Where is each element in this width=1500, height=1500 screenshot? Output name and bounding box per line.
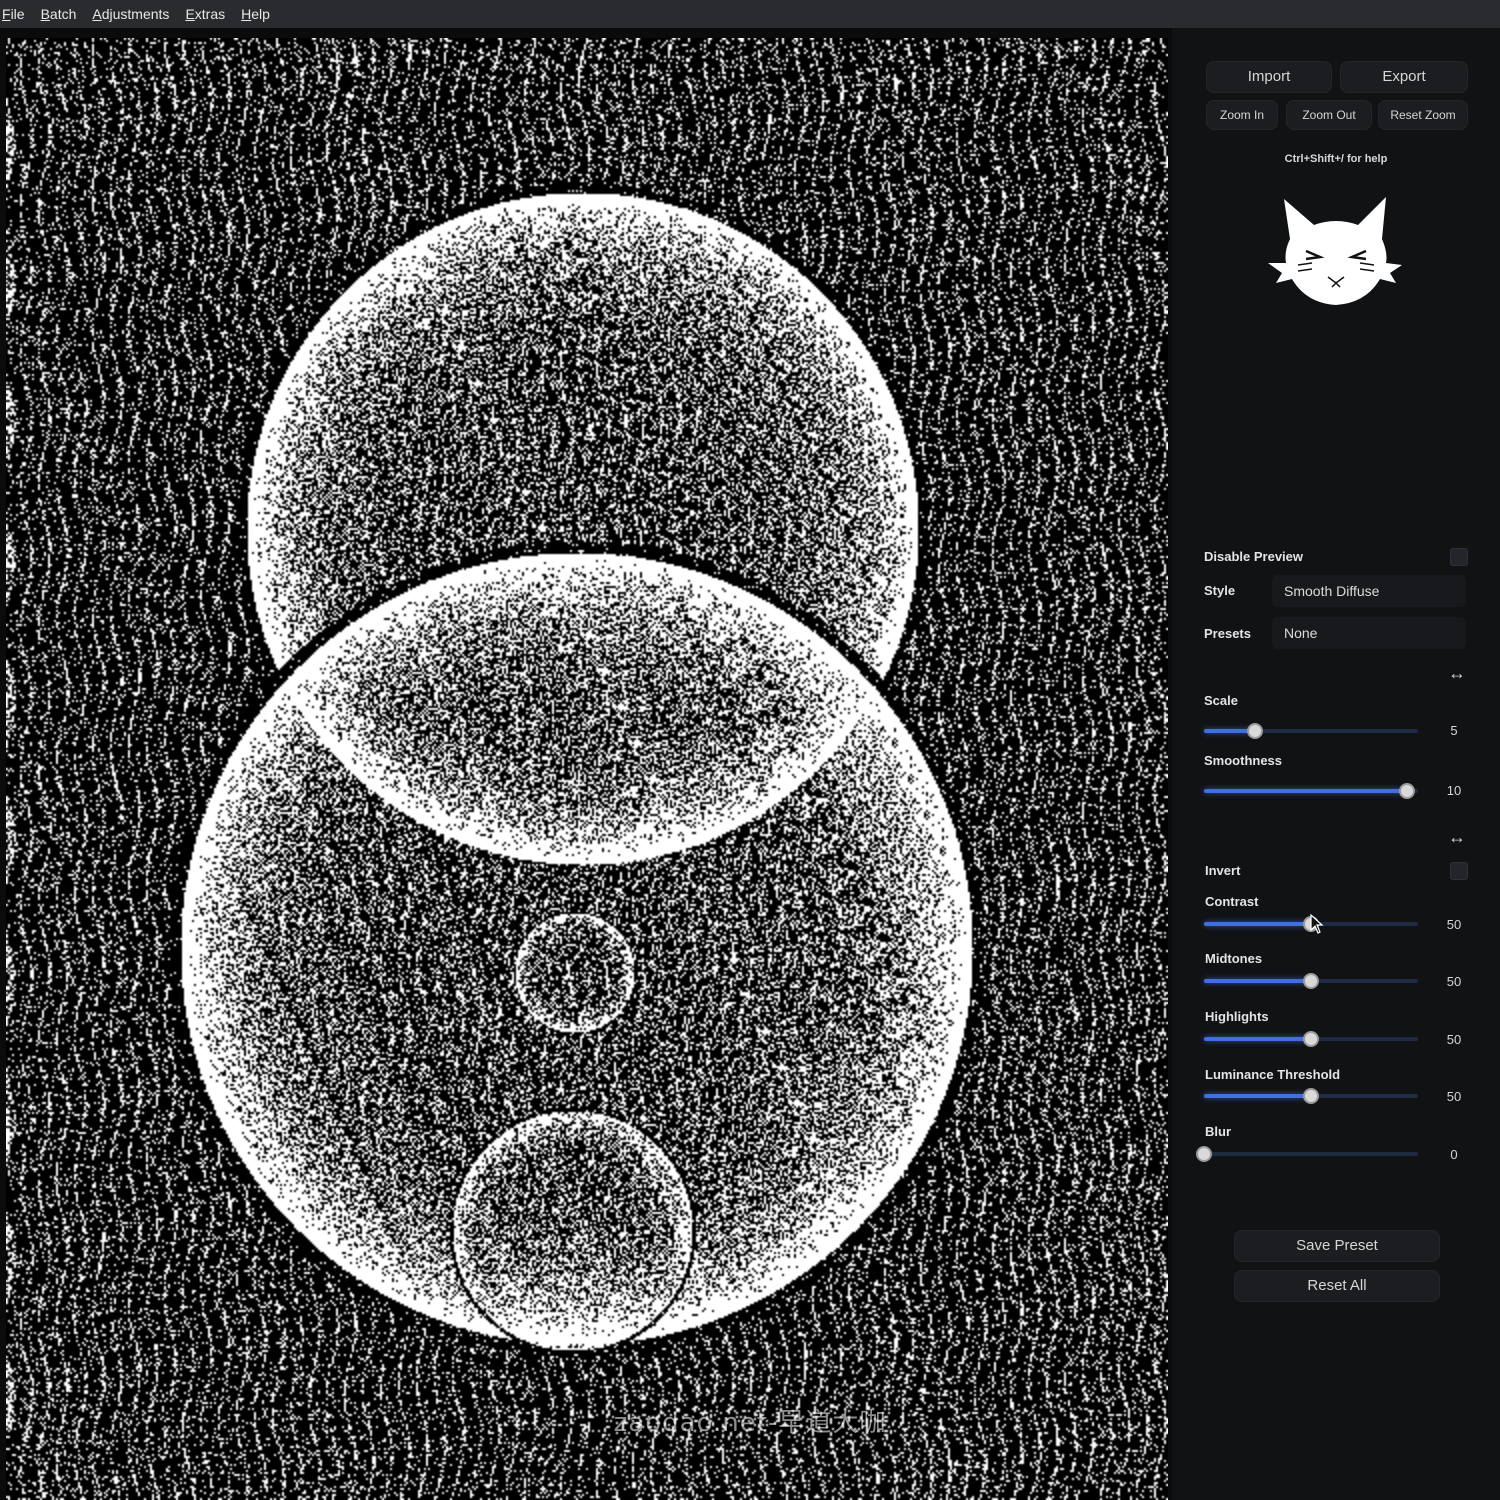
scale-value: 5 xyxy=(1450,723,1458,738)
invert-label: Invert xyxy=(1205,863,1241,878)
midtones-slider-thumb[interactable] xyxy=(1303,973,1319,989)
luminance-threshold-slider-thumb[interactable] xyxy=(1303,1088,1319,1104)
contrast-value: 50 xyxy=(1446,917,1462,932)
menu-bar: File Batch Adjustments Extras Help xyxy=(0,0,1500,29)
zoom-in-button[interactable]: Zoom In xyxy=(1206,100,1278,130)
dithered-preview-image[interactable] xyxy=(6,38,1168,1500)
canvas-area xyxy=(0,28,1172,1500)
cat-face-icon xyxy=(1268,197,1402,305)
smoothness-value: 10 xyxy=(1446,783,1462,798)
luminance-threshold-label: Luminance Threshold xyxy=(1205,1067,1341,1082)
presets-select[interactable]: None xyxy=(1272,617,1466,649)
midtones-slider[interactable] xyxy=(1204,971,1418,991)
help-hint: Ctrl+Shift+/ for help xyxy=(1284,153,1388,165)
smoothness-label: Smoothness xyxy=(1204,753,1283,768)
expand-horizontal-icon[interactable]: ↔ xyxy=(1448,664,1468,682)
save-preset-button[interactable]: Save Preset xyxy=(1234,1230,1440,1262)
scale-slider[interactable] xyxy=(1204,721,1418,741)
luminance-threshold-slider[interactable] xyxy=(1204,1086,1418,1106)
smoothness-slider[interactable] xyxy=(1204,781,1418,801)
settings-panel: Import Export Zoom In Zoom Out Reset Zoo… xyxy=(1172,28,1500,1500)
blur-slider-thumb[interactable] xyxy=(1196,1146,1212,1162)
smoothness-slider-thumb[interactable] xyxy=(1399,783,1416,799)
style-label: Style xyxy=(1204,583,1236,598)
export-button[interactable]: Export xyxy=(1340,61,1468,93)
highlights-slider-thumb[interactable] xyxy=(1303,1031,1319,1047)
midtones-label: Midtones xyxy=(1205,951,1263,966)
scale-label: Scale xyxy=(1204,693,1238,708)
reset-all-button[interactable]: Reset All xyxy=(1234,1270,1440,1302)
menu-extras[interactable]: Extras xyxy=(177,0,233,28)
import-button[interactable]: Import xyxy=(1206,61,1332,93)
expand-horizontal-icon[interactable]: ↔ xyxy=(1448,828,1468,846)
menu-batch[interactable]: Batch xyxy=(33,0,85,28)
menu-adjustments[interactable]: Adjustments xyxy=(84,0,177,28)
highlights-value: 50 xyxy=(1446,1032,1462,1047)
menu-file[interactable]: File xyxy=(0,0,33,28)
invert-checkbox[interactable] xyxy=(1450,862,1468,880)
style-select[interactable]: Smooth Diffuse xyxy=(1272,575,1466,607)
midtones-value: 50 xyxy=(1446,974,1462,989)
scale-slider-thumb[interactable] xyxy=(1247,723,1264,739)
highlights-slider[interactable] xyxy=(1204,1029,1418,1049)
highlights-label: Highlights xyxy=(1205,1009,1269,1024)
luminance-threshold-value: 50 xyxy=(1446,1089,1462,1104)
blur-slider[interactable] xyxy=(1196,1144,1418,1164)
blur-value: 0 xyxy=(1450,1147,1458,1162)
disable-preview-label: Disable Preview xyxy=(1204,549,1303,564)
blur-label: Blur xyxy=(1205,1124,1231,1139)
menu-help[interactable]: Help xyxy=(233,0,278,28)
disable-preview-checkbox[interactable] xyxy=(1450,548,1468,566)
presets-label: Presets xyxy=(1204,626,1251,641)
reset-zoom-button[interactable]: Reset Zoom xyxy=(1378,100,1468,130)
contrast-label: Contrast xyxy=(1205,894,1259,909)
zoom-out-button[interactable]: Zoom Out xyxy=(1286,100,1372,130)
mouse-cursor-icon xyxy=(1310,914,1324,934)
